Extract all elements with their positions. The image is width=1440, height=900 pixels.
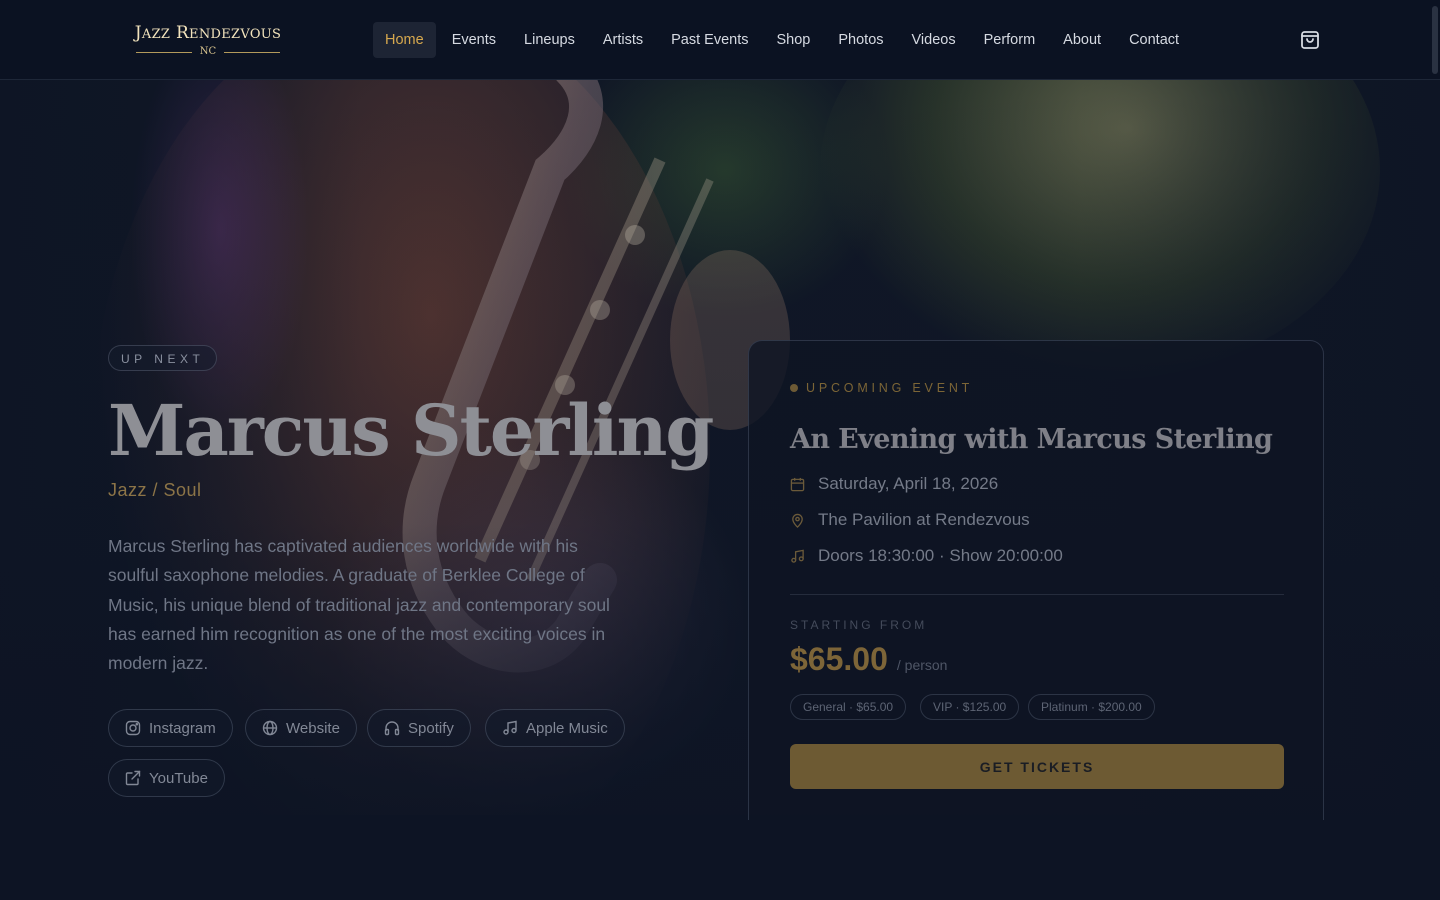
get-tickets-button[interactable]: GET TICKETS: [790, 744, 1284, 789]
instagram-icon: [125, 720, 141, 736]
status-dot-icon: [790, 384, 798, 392]
nav-item-videos[interactable]: Videos: [900, 22, 968, 58]
cart-button[interactable]: [1298, 28, 1322, 52]
music-note-icon: [791, 549, 804, 563]
upcoming-event-tag: UPCOMING EVENT: [790, 381, 973, 395]
price-row: $65.00 / person: [790, 641, 947, 678]
page-scrollbar[interactable]: [1432, 6, 1438, 74]
card-divider: [790, 594, 1284, 595]
nav-item-shop[interactable]: Shop: [764, 22, 822, 58]
event-date: Saturday, April 18, 2026: [818, 474, 999, 493]
main-nav: Home Events Lineups Artists Past Events …: [373, 22, 1195, 58]
music-note-icon: [503, 720, 517, 735]
upcoming-event-card: UPCOMING EVENT An Evening with Marcus St…: [748, 340, 1324, 820]
nav-item-artists[interactable]: Artists: [591, 22, 655, 58]
website-link[interactable]: Website: [245, 709, 357, 747]
website-link-label: Website: [286, 719, 340, 737]
nav-item-photos[interactable]: Photos: [826, 22, 895, 58]
apple-music-link-label: Apple Music: [526, 719, 608, 737]
event-price: $65.00: [790, 641, 888, 677]
event-times-row: Doors 18:30:00 · Show 20:00:00: [790, 546, 1063, 566]
price-unit: / person: [896, 657, 948, 673]
artist-name: Marcus Sterling: [108, 389, 714, 472]
brand-logo[interactable]: JAZZ RENDEZVOUS NC: [126, 22, 290, 58]
brand-sub: NC: [126, 46, 290, 58]
nav-item-perform[interactable]: Perform: [972, 22, 1048, 58]
event-venue: The Pavilion at Rendezvous: [818, 510, 1030, 529]
instagram-link-label: Instagram: [149, 719, 216, 737]
shopping-bag-icon: [1301, 31, 1319, 49]
nav-item-past-events[interactable]: Past Events: [659, 22, 760, 58]
tier-platinum: Platinum · $200.00: [1028, 694, 1155, 720]
apple-music-link[interactable]: Apple Music: [485, 709, 625, 747]
external-link-icon: [125, 770, 141, 786]
instagram-link[interactable]: Instagram: [108, 709, 233, 747]
event-venue-row: The Pavilion at Rendezvous: [790, 510, 1030, 530]
up-next-badge: UP NEXT: [108, 345, 218, 371]
tier-vip: VIP · $125.00: [920, 694, 1020, 720]
nav-item-about[interactable]: About: [1051, 22, 1113, 58]
artist-bio: Marcus Sterling has captivated audiences…: [108, 536, 610, 674]
nav-item-lineups[interactable]: Lineups: [512, 22, 587, 58]
nav-item-home[interactable]: Home: [373, 22, 436, 58]
tier-general: General · $65.00: [790, 694, 907, 720]
event-date-row: Saturday, April 18, 2026: [790, 474, 998, 494]
calendar-icon: [790, 477, 805, 491]
map-pin-icon: [792, 513, 803, 528]
upcoming-event-tag-label: UPCOMING EVENT: [806, 381, 974, 395]
spotify-link[interactable]: Spotify: [367, 709, 471, 747]
artist-genre: Jazz / Soul: [108, 480, 202, 500]
youtube-link-label: YouTube: [149, 769, 208, 787]
spotify-link-label: Spotify: [408, 719, 454, 737]
site-header: JAZZ RENDEZVOUS NC Home Events Lineups A…: [0, 0, 1440, 80]
brand-name: JAZZ RENDEZVOUS: [134, 23, 282, 43]
starting-from-label: STARTING FROM: [790, 618, 928, 632]
nav-item-events[interactable]: Events: [440, 22, 508, 58]
youtube-link[interactable]: YouTube: [108, 759, 225, 797]
headphones-icon: [384, 721, 400, 736]
event-title: An Evening with Marcus Sterling: [790, 424, 1273, 455]
nav-item-contact[interactable]: Contact: [1117, 22, 1191, 58]
page-background: [0, 815, 1440, 900]
globe-icon: [262, 720, 278, 736]
event-times: Doors 18:30:00 · Show 20:00:00: [818, 546, 1063, 565]
